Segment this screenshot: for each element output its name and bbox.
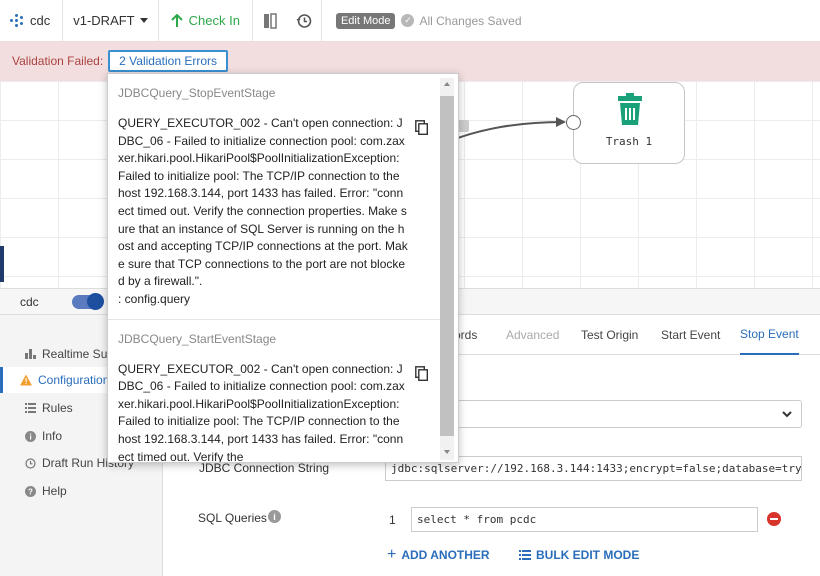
validation-label: Validation Failed: [12,54,104,68]
tab-stop-event[interactable]: Stop Event [740,315,799,355]
query-row-number: 1 [389,513,396,527]
remove-query-icon[interactable] [767,512,781,526]
check-circle-icon: ✓ [401,14,415,27]
plus-icon: + [387,546,397,563]
tab-label: Advanced [506,328,560,342]
validation-errors-button[interactable]: 2 Validation Errors [108,50,228,72]
add-another-button[interactable]: + ADD ANOTHER [387,546,490,563]
info-icon[interactable]: i [268,510,281,523]
scroll-down-icon[interactable] [444,450,450,454]
check-in-label: Check In [188,13,240,28]
toolbar-divider [320,0,322,42]
sql-query-input[interactable]: select * from pcdc [411,507,758,532]
tab-label: Test Origin [581,328,639,342]
version-label: v1-DRAFT [73,13,135,28]
popover-scroll-thumb[interactable] [440,96,454,436]
trash-icon [618,93,642,125]
pipeline-name: cdc [30,13,51,28]
tab-start-event[interactable]: Start Event [661,315,720,355]
enable-toggle[interactable] [71,292,104,310]
jdbc-connection-label: JDBC Connection String [199,461,330,475]
input-port[interactable] [566,115,581,130]
config-pipeline-name: cdc [20,294,39,309]
save-status-text: All Changes Saved [419,13,522,28]
help-icon: ? [24,485,36,497]
error-stage-name: JDBCQuery_StartEventStage [118,331,277,346]
trash-stage-label: Trash 1 [605,135,653,148]
error-item: JDBCQuery_StopEventStage QUERY_EXECUTOR_… [108,74,440,319]
error-message: QUERY_EXECUTOR_002 - Can't open connecti… [118,361,405,463]
version-dropdown[interactable]: v1-DRAFT [63,13,157,28]
warning-icon [20,374,32,386]
list-icon [24,403,36,413]
stop-event-select[interactable] [440,400,802,428]
bulk-edit-mode-button[interactable]: BULK EDIT MODE [519,548,639,562]
sql-queries-label: SQL Queries [198,511,267,525]
copy-icon[interactable] [415,120,428,135]
check-in-icon [170,13,183,27]
tab-label: Stop Event [740,327,799,341]
tab-label: Start Event [661,328,721,342]
top-toolbar: cdc v1-DRAFT Check In Edit Mode ✓ All Ch… [0,0,820,42]
error-stage-name: JDBCQuery_StopEventStage [118,86,276,100]
chevron-down-icon [139,18,148,23]
add-another-label: ADD ANOTHER [401,548,490,562]
scroll-up-icon[interactable] [444,82,450,86]
error-item: JDBCQuery_StartEventStage QUERY_EXECUTOR… [108,318,440,463]
compare-icon[interactable] [253,12,287,29]
canvas-edge-marker [0,246,4,282]
history-icon [24,457,36,469]
info-icon [24,430,36,442]
nav-label: Configuration [38,373,110,387]
nav-label: Help [42,484,67,498]
pipeline-icon [10,13,23,28]
tab-test-origin[interactable]: Test Origin [581,315,638,355]
nav-label: Info [42,429,63,443]
svg-text:?: ? [28,487,33,496]
trash-stage-node[interactable]: Trash 1 [573,82,685,164]
pipeline-title[interactable]: cdc [0,0,62,42]
error-config-path: : config.query [118,291,191,306]
history-icon[interactable] [287,13,321,29]
list-icon [519,550,531,560]
bar-chart-icon [24,349,36,359]
nav-help[interactable]: ? Help [0,478,163,504]
copy-icon[interactable] [415,365,428,381]
errors-list: JDBCQuery_StopEventStage QUERY_EXECUTOR_… [108,74,440,463]
nav-label: Rules [42,401,73,415]
validation-errors-popover: JDBCQuery_StopEventStage QUERY_EXECUTOR_… [107,73,459,463]
app-root: cdc v1-DRAFT Check In Edit Mode ✓ All Ch… [0,0,820,576]
config-tabs: ords Advanced Test Origin Start Event St… [440,315,820,355]
check-in-button[interactable]: Check In [159,13,252,28]
bulk-edit-label: BULK EDIT MODE [536,548,640,562]
chevron-down-icon [782,411,792,418]
error-message: QUERY_EXECUTOR_002 - Can't open connecti… [118,116,408,289]
edit-mode-badge: Edit Mode [335,12,396,29]
tab-advanced[interactable]: Advanced [506,315,559,355]
save-status: ✓ All Changes Saved [401,13,522,28]
